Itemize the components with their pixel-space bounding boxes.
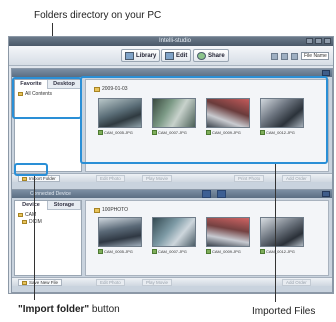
title-bar: Intelli-studio [9, 37, 333, 46]
library-icon [125, 51, 134, 60]
folder-icon [22, 176, 27, 181]
leader-line-files [275, 164, 276, 302]
file-name: CAM_0009.JPG [212, 249, 241, 255]
import-folder-button[interactable]: Import Folder [18, 175, 60, 182]
tab-device[interactable]: Device [15, 201, 48, 210]
edit-photo-label: Edit Photo [100, 280, 121, 285]
caption-import-rest: button [89, 304, 120, 315]
camera-icon[interactable] [202, 190, 211, 198]
caption-folders-directory: Folders directory on your PC [34, 10, 162, 21]
folder-icon [94, 207, 100, 213]
file-name: CAM_0007.JPG [158, 249, 187, 255]
edit-photo-label: Edit Photo [100, 176, 121, 181]
maximize-icon[interactable] [315, 38, 322, 44]
photo-thumbnail-image [152, 217, 196, 248]
leader-line-import [34, 176, 35, 300]
pane-collapse-icon[interactable] [322, 191, 330, 197]
device-pane-title: Connected Device [30, 191, 71, 197]
minimize-icon[interactable] [306, 38, 313, 44]
toolbar: Library Edit Share File Name [9, 46, 333, 66]
photo-thumbnail-image [260, 217, 304, 248]
thumbnail-meta: CAM_0007.JPG [152, 248, 196, 255]
tab-storage[interactable]: Storage [48, 201, 81, 210]
annotated-screenshot: Folders directory on your PC Intelli-stu… [0, 0, 336, 322]
sort-select[interactable]: File Name [301, 52, 329, 60]
library-label: Library [136, 52, 157, 59]
thumbnail-meta: CAM_0009.JPG [206, 248, 250, 255]
view-controls: File Name [271, 52, 329, 60]
library-action-bar: Import Folder Edit Photo Play Movie Prin… [12, 173, 332, 182]
checkbox-icon[interactable] [206, 249, 211, 255]
file-name: CAM_0005.JPG [104, 249, 133, 255]
caption-import-folder: "Import folder" button [18, 304, 120, 315]
device-pane-header: Connected Device [12, 190, 332, 198]
file-name: CAM_0012.JPG [266, 249, 295, 255]
tree-item-cam[interactable]: CAM [18, 212, 78, 219]
add-order-button[interactable]: Add Order [282, 175, 311, 182]
folder-group-text: 100PHOTO [102, 207, 129, 213]
app-title: Intelli-studio [159, 38, 192, 44]
app-window: Intelli-studio Library Edit Share File N… [8, 36, 334, 294]
edit-icon [165, 51, 174, 60]
caption-imported-files: Imported Files [252, 306, 316, 317]
folder-icon [18, 212, 23, 217]
file-thumbnail[interactable]: CAM_0005.JPG [98, 217, 142, 255]
play-movie-label: Play Movie [146, 176, 169, 181]
play-movie-button[interactable]: Play Movie [142, 175, 173, 182]
device-action-bar: Save New File Edit Photo Play Movie Add … [12, 277, 332, 286]
photo-thumbnail-image [98, 217, 142, 248]
checkbox-icon[interactable] [260, 249, 265, 255]
print-photo-button[interactable]: Print Photo [234, 175, 265, 182]
library-button[interactable]: Library [121, 49, 161, 62]
checkbox-icon[interactable] [98, 249, 103, 255]
device-pane-toggles [202, 190, 226, 198]
device-file-browser: 100PHOTO CAM_0005.JPG CAM_0007.JPG CAM_0… [85, 200, 329, 276]
play-movie-label: Play Movie [146, 280, 169, 285]
close-icon[interactable] [324, 38, 331, 44]
device-tree: CAM DCIM [15, 210, 81, 228]
save-new-file-button[interactable]: Save New File [18, 279, 63, 286]
share-button[interactable]: Share [193, 49, 229, 62]
device-pane: Connected Device Device Storage CAM DCIM [11, 189, 333, 293]
tree-item-label: DCIM [29, 219, 42, 225]
caption-import-bold: "Import folder" [18, 304, 90, 315]
play-movie-button[interactable]: Play Movie [142, 279, 173, 286]
print-photo-label: Print Photo [238, 176, 261, 181]
add-order-label: Add Order [286, 280, 307, 285]
add-order-button[interactable]: Add Order [282, 279, 311, 286]
file-thumbnail[interactable]: CAM_0009.JPG [206, 217, 250, 255]
edit-button[interactable]: Edit [161, 49, 192, 62]
edit-label: Edit [176, 52, 188, 59]
device-thumbnail-grid: CAM_0005.JPG CAM_0007.JPG CAM_0009.JPG C… [98, 217, 304, 255]
thumbnail-meta: CAM_0005.JPG [98, 248, 142, 255]
camera-icon[interactable] [217, 190, 226, 198]
add-order-label: Add Order [286, 176, 307, 181]
edit-photo-button[interactable]: Edit Photo [96, 175, 125, 182]
edit-photo-button[interactable]: Edit Photo [96, 279, 125, 286]
highlight-imported-files [80, 76, 328, 164]
view-large-icon[interactable] [291, 52, 298, 60]
folder-icon [22, 219, 27, 224]
import-folder-label: Import Folder [29, 176, 56, 181]
view-medium-icon[interactable] [281, 52, 288, 60]
thumbnail-meta: CAM_0012.JPG [260, 248, 304, 255]
highlight-import-folder-button [14, 163, 48, 176]
share-label: Share [208, 52, 225, 59]
photo-thumbnail-image [206, 217, 250, 248]
checkbox-icon[interactable] [152, 249, 157, 255]
share-icon [197, 51, 206, 60]
file-thumbnail[interactable]: CAM_0012.JPG [260, 217, 304, 255]
tree-item-dcim[interactable]: DCIM [18, 219, 78, 226]
file-thumbnail[interactable]: CAM_0007.JPG [152, 217, 196, 255]
highlight-folders-panel [12, 77, 82, 119]
device-panel: Device Storage CAM DCIM [14, 200, 82, 276]
folder-icon [22, 280, 27, 285]
window-controls [306, 38, 331, 44]
view-small-icon[interactable] [271, 52, 278, 60]
folder-group-label: 100PHOTO [94, 207, 128, 213]
device-tabs: Device Storage [15, 201, 81, 210]
